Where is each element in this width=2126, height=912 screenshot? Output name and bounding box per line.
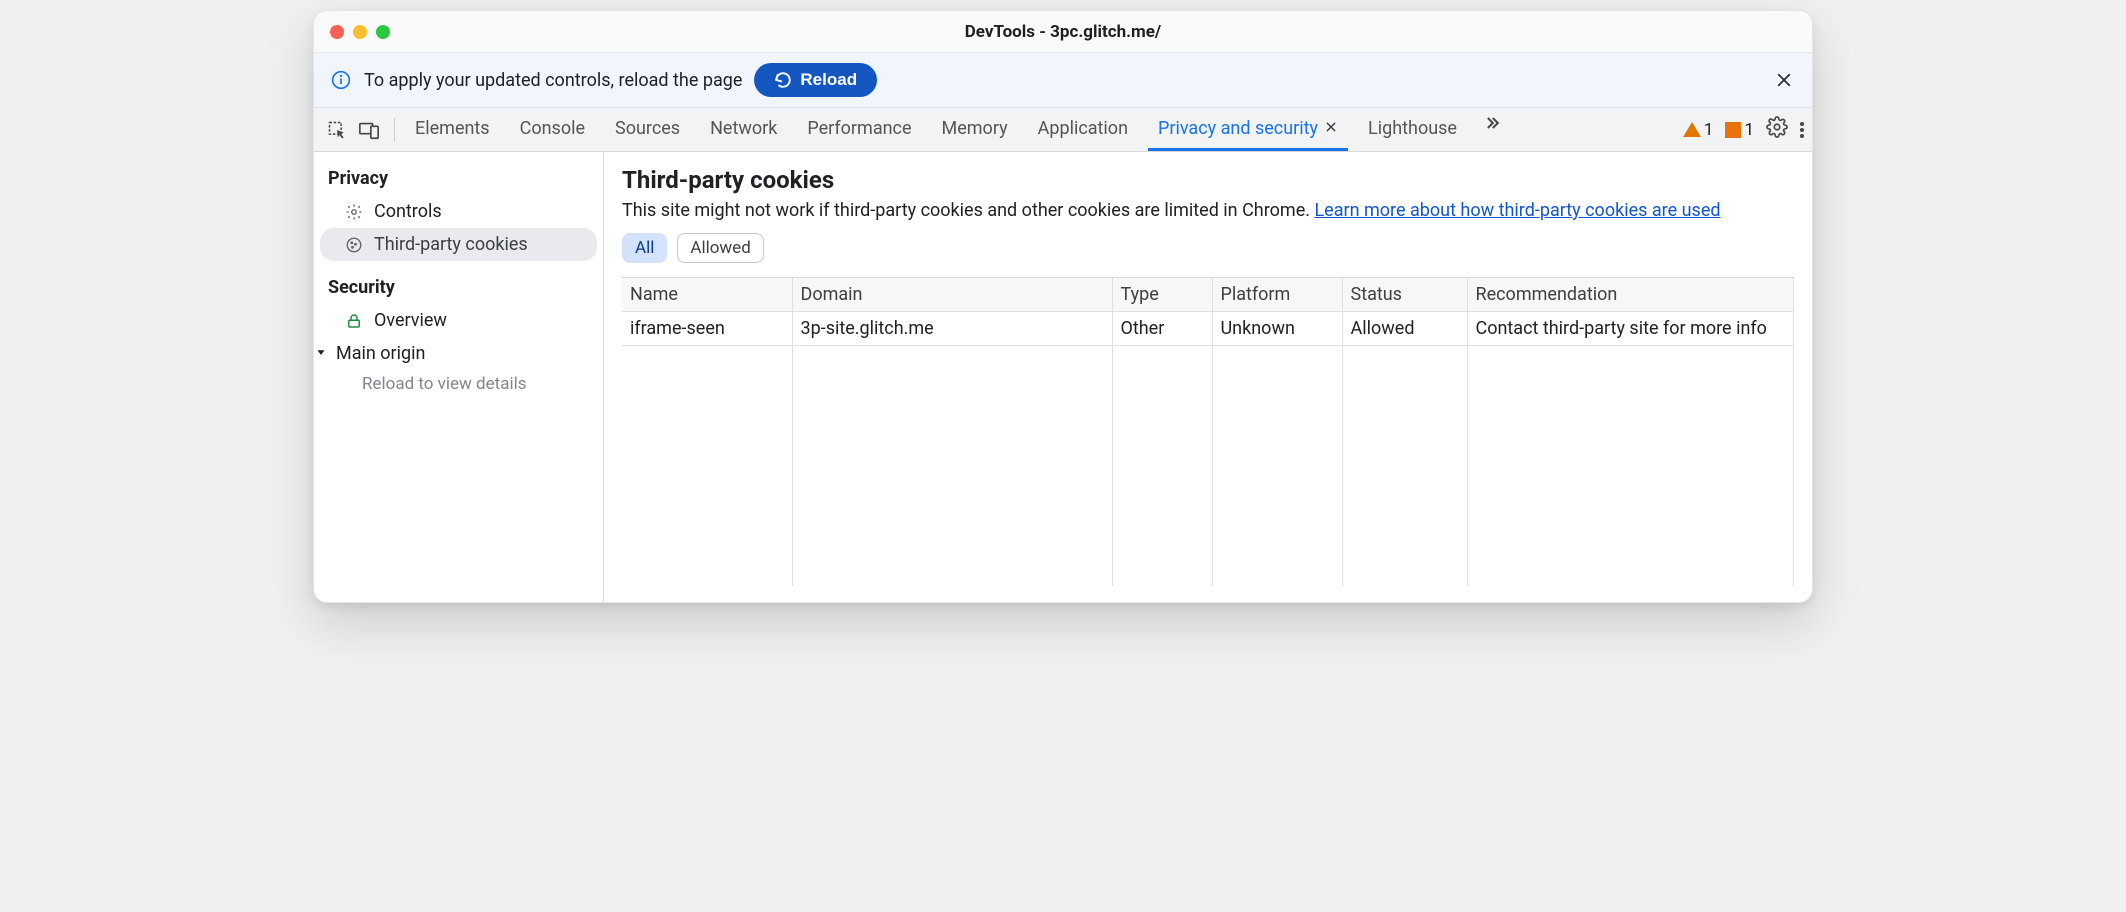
close-infobar-icon[interactable] [1772, 68, 1796, 92]
issue-square-icon [1725, 122, 1741, 138]
table-header-row: Name Domain Type Platform Status Recomme… [622, 278, 1794, 312]
divider [394, 118, 395, 142]
tab-privacy-and-security[interactable]: Privacy and security [1148, 108, 1348, 151]
lock-icon [344, 311, 364, 331]
col-header-name[interactable]: Name [622, 278, 792, 312]
sidebar-item-main-origin[interactable]: Main origin [314, 337, 603, 370]
privacy-sidebar: Privacy Controls Third-party cookies Sec… [314, 152, 604, 602]
col-header-type[interactable]: Type [1112, 278, 1212, 312]
tab-elements[interactable]: Elements [405, 108, 500, 151]
cell-recommendation: Contact third-party site for more info [1467, 312, 1794, 346]
close-tab-icon[interactable] [1324, 118, 1338, 139]
caret-down-icon [314, 343, 328, 364]
cell-type: Other [1112, 312, 1212, 346]
sidebar-reload-hint: Reload to view details [314, 370, 603, 398]
device-toolbar-icon[interactable] [354, 115, 384, 145]
cell-name: iframe-seen [622, 312, 792, 346]
col-header-domain[interactable]: Domain [792, 278, 1112, 312]
cell-status: Allowed [1342, 312, 1467, 346]
info-icon [330, 69, 352, 91]
reload-button-label: Reload [800, 70, 857, 90]
devtools-window: DevTools - 3pc.glitch.me/ To apply your … [313, 10, 1813, 603]
sidebar-item-label: Main origin [336, 343, 425, 364]
sidebar-item-label: Third-party cookies [374, 234, 528, 255]
learn-more-link[interactable]: Learn more about how third-party cookies… [1314, 200, 1720, 221]
titlebar: DevTools - 3pc.glitch.me/ [314, 11, 1812, 53]
sidebar-item-label: Controls [374, 201, 442, 222]
tab-lighthouse[interactable]: Lighthouse [1358, 108, 1467, 151]
content-area: Privacy Controls Third-party cookies Sec… [314, 152, 1812, 602]
warning-triangle-icon [1683, 122, 1701, 137]
tab-performance[interactable]: Performance [797, 108, 921, 151]
devtools-tabs: Elements Console Sources Network Perform… [405, 108, 1507, 151]
cookies-table-wrap: Name Domain Type Platform Status Recomme… [622, 277, 1794, 602]
zoom-window-button[interactable] [376, 25, 390, 39]
minimize-window-button[interactable] [353, 25, 367, 39]
page-description: This site might not work if third-party … [622, 200, 1794, 221]
gear-icon [344, 202, 364, 222]
filter-chips: All Allowed [622, 233, 1794, 263]
cell-domain: 3p-site.glitch.me [792, 312, 1112, 346]
reload-infobar: To apply your updated controls, reload t… [314, 53, 1812, 108]
cookies-table: Name Domain Type Platform Status Recomme… [622, 278, 1794, 586]
page-title: Third-party cookies [622, 166, 1794, 194]
table-empty-space [622, 346, 1794, 586]
cell-platform: Unknown [1212, 312, 1342, 346]
more-menu-icon[interactable] [1800, 120, 1804, 140]
sidebar-group-privacy: Privacy [314, 164, 603, 195]
tab-sources[interactable]: Sources [605, 108, 690, 151]
sidebar-item-controls[interactable]: Controls [314, 195, 603, 228]
chip-all[interactable]: All [622, 233, 667, 263]
issues-badge[interactable]: 1 [1725, 120, 1754, 140]
devtools-right-tools: 1 1 [1683, 116, 1804, 143]
col-header-recommendation[interactable]: Recommendation [1467, 278, 1794, 312]
traffic-lights [330, 25, 390, 39]
inspect-element-icon[interactable] [322, 115, 352, 145]
infobar-text: To apply your updated controls, reload t… [364, 70, 742, 91]
settings-gear-icon[interactable] [1766, 116, 1788, 143]
window-title: DevTools - 3pc.glitch.me/ [314, 22, 1812, 42]
chip-allowed[interactable]: Allowed [677, 233, 763, 263]
warnings-badge[interactable]: 1 [1683, 120, 1714, 140]
cookie-icon [344, 235, 364, 255]
reload-button[interactable]: Reload [754, 63, 877, 97]
main-panel: Third-party cookies This site might not … [604, 152, 1812, 602]
close-window-button[interactable] [330, 25, 344, 39]
sidebar-group-security: Security [314, 273, 603, 304]
tab-application[interactable]: Application [1028, 108, 1138, 151]
sidebar-item-overview[interactable]: Overview [314, 304, 603, 337]
col-header-platform[interactable]: Platform [1212, 278, 1342, 312]
more-tabs-icon[interactable] [1477, 108, 1507, 138]
col-header-status[interactable]: Status [1342, 278, 1467, 312]
sidebar-item-third-party-cookies[interactable]: Third-party cookies [320, 228, 597, 261]
devtools-tabs-bar: Elements Console Sources Network Perform… [314, 108, 1812, 152]
tab-memory[interactable]: Memory [932, 108, 1018, 151]
sidebar-item-label: Overview [374, 310, 447, 331]
table-row[interactable]: iframe-seen 3p-site.glitch.me Other Unkn… [622, 312, 1794, 346]
tab-console[interactable]: Console [510, 108, 595, 151]
tab-network[interactable]: Network [700, 108, 787, 151]
